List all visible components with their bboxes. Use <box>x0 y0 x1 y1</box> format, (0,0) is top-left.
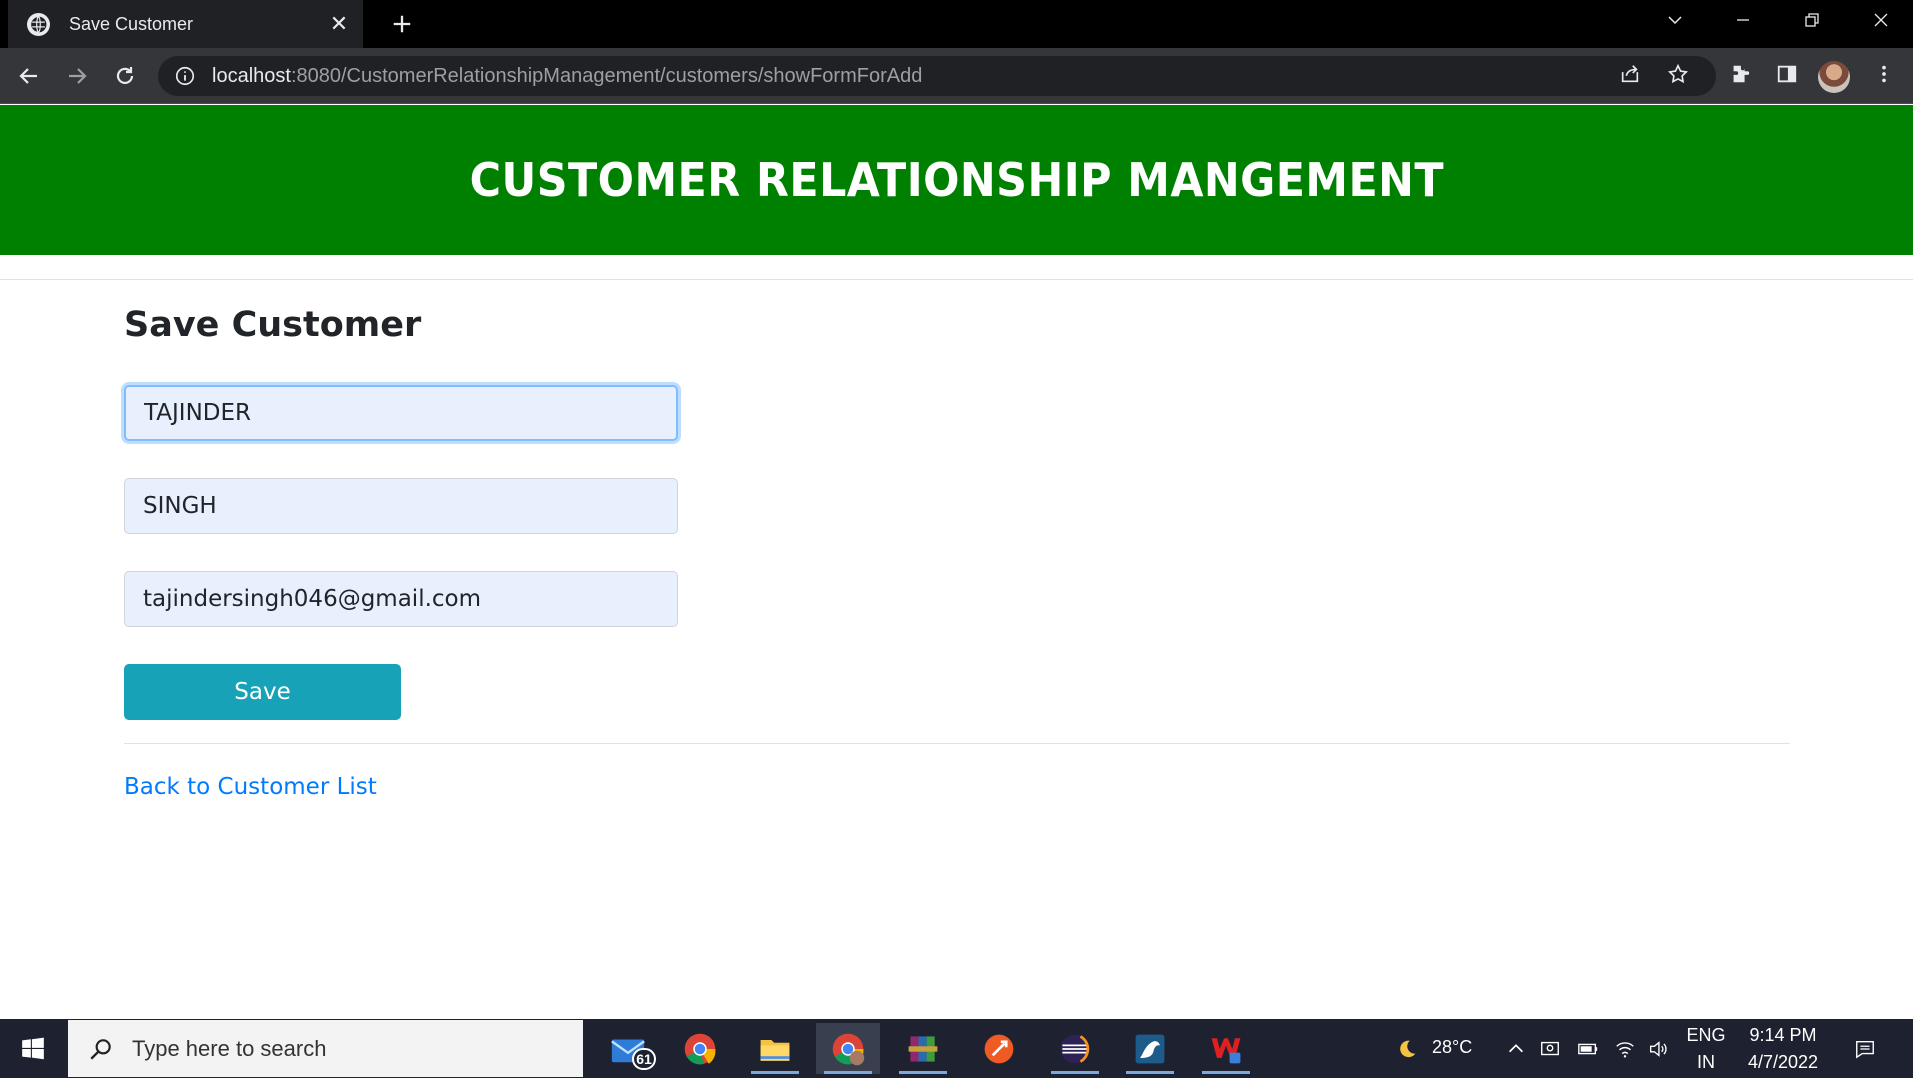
browser-tab-strip: Save Customer ✕ <box>0 0 1913 48</box>
volume-icon[interactable] <box>1645 1036 1671 1062</box>
winrar-icon[interactable] <box>891 1023 955 1074</box>
battery-icon[interactable] <box>1575 1036 1601 1062</box>
extensions-puzzle-icon[interactable] <box>1722 56 1758 92</box>
wps-office-icon[interactable] <box>1194 1023 1258 1074</box>
running-indicator <box>899 1071 947 1074</box>
chrome-profile-icon[interactable] <box>816 1023 880 1074</box>
chrome-menu-icon[interactable] <box>1866 56 1902 92</box>
search-placeholder: Type here to search <box>132 1035 327 1061</box>
address-bar[interactable]: localhost:8080/CustomerRelationshipManag… <box>158 56 1716 96</box>
site-info-icon[interactable] <box>174 65 196 87</box>
running-indicator <box>751 1071 799 1074</box>
windows-taskbar: Type here to search 61 28°C ENG IN 9:14 … <box>0 1019 1913 1078</box>
browser-toolbar: localhost:8080/CustomerRelationshipManag… <box>0 48 1913 104</box>
eclipse-icon[interactable] <box>1043 1023 1107 1074</box>
postman-icon[interactable] <box>967 1023 1031 1074</box>
tab-save-customer[interactable]: Save Customer ✕ <box>8 0 363 48</box>
banner-title: CUSTOMER RELATIONSHIP MANGEMENT <box>469 153 1444 207</box>
form-title: Save Customer <box>124 305 422 345</box>
back-arrow-icon[interactable] <box>11 58 47 94</box>
search-icon <box>86 1034 116 1064</box>
close-window-icon[interactable] <box>1853 0 1909 40</box>
screen: Save Customer ✕ localhost:8080/CustomerR… <box>0 0 1913 1078</box>
first-name-input[interactable] <box>124 385 678 441</box>
weather-temperature[interactable]: 28°C <box>1432 1037 1472 1058</box>
url-path: :8080/CustomerRelationshipManagement/cus… <box>290 64 923 87</box>
reload-icon[interactable] <box>107 58 143 94</box>
notifications-icon[interactable] <box>1852 1036 1878 1062</box>
mysql-workbench-icon[interactable] <box>1118 1023 1182 1074</box>
show-hidden-icons-chevron-icon[interactable] <box>1503 1036 1529 1062</box>
new-tab-icon[interactable] <box>386 8 418 40</box>
bookmark-star-icon[interactable] <box>1660 56 1696 92</box>
taskbar-search-box[interactable]: Type here to search <box>68 1020 583 1077</box>
clock-time[interactable]: 9:14 PM <box>1738 1025 1828 1046</box>
restore-icon[interactable] <box>1784 0 1840 40</box>
share-icon[interactable] <box>1612 56 1648 92</box>
page-content: CUSTOMER RELATIONSHIP MANGEMENT Save Cus… <box>0 105 1913 1019</box>
form-divider <box>124 743 1790 744</box>
globe-icon <box>27 12 50 36</box>
input-language-primary[interactable]: ENG <box>1681 1025 1731 1046</box>
profile-avatar[interactable] <box>1818 61 1850 93</box>
tab-search-chevron-icon[interactable] <box>1647 0 1703 40</box>
running-indicator <box>1126 1071 1174 1074</box>
file-explorer-icon[interactable] <box>743 1023 807 1074</box>
save-button[interactable]: Save <box>124 664 401 720</box>
close-tab-icon[interactable]: ✕ <box>325 10 353 38</box>
tab-title: Save Customer <box>69 13 194 34</box>
wifi-icon[interactable] <box>1612 1036 1638 1062</box>
running-indicator <box>1051 1071 1099 1074</box>
mail-icon[interactable]: 61 <box>596 1023 660 1074</box>
running-indicator <box>824 1071 872 1074</box>
url-host: localhost <box>212 64 291 87</box>
header-divider <box>0 279 1913 280</box>
minimize-icon[interactable] <box>1715 0 1771 40</box>
running-indicator <box>1202 1071 1250 1074</box>
back-to-customer-list-link[interactable]: Back to Customer List <box>124 774 377 800</box>
weather-moon-icon[interactable] <box>1394 1036 1420 1062</box>
forward-arrow-icon[interactable] <box>59 58 95 94</box>
windows-start-icon[interactable] <box>0 1019 66 1078</box>
meet-now-icon[interactable] <box>1537 1036 1563 1062</box>
email-input[interactable] <box>124 571 678 627</box>
clock-date[interactable]: 4/7/2022 <box>1738 1052 1828 1073</box>
mail-unread-badge: 61 <box>632 1048 656 1070</box>
input-language-region[interactable]: IN <box>1681 1052 1731 1073</box>
chrome-icon[interactable] <box>668 1023 732 1074</box>
header-banner: CUSTOMER RELATIONSHIP MANGEMENT <box>0 105 1913 255</box>
url-text: localhost:8080/CustomerRelationshipManag… <box>212 65 922 88</box>
side-panel-icon[interactable] <box>1769 56 1805 92</box>
last-name-input[interactable] <box>124 478 678 534</box>
